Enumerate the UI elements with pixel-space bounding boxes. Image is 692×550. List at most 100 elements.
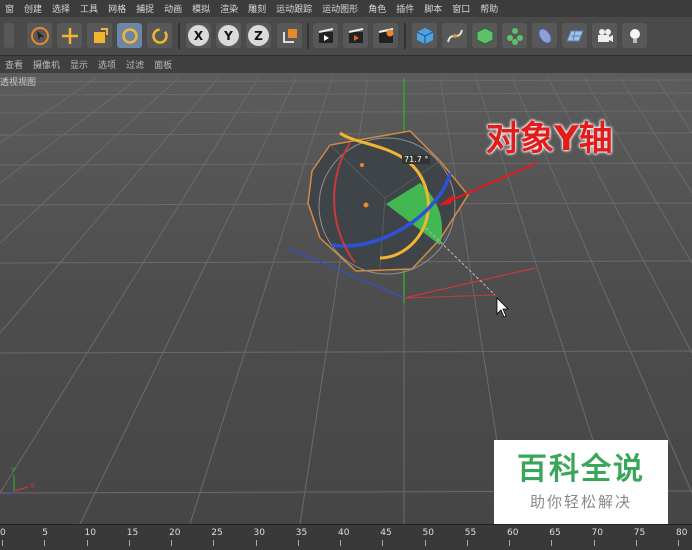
menu-item[interactable]: 创建	[19, 2, 47, 15]
light-icon[interactable]	[622, 23, 647, 48]
coordinate-system-icon[interactable]	[277, 23, 302, 48]
timeline-tick-mark	[509, 540, 510, 546]
timeline-tick-mark	[466, 540, 468, 546]
timeline-tick-label: 30	[253, 528, 265, 538]
menu-item[interactable]: 雕刻	[243, 2, 271, 15]
timeline-tick-label: 60	[507, 528, 519, 538]
viewport-menu-bar: 查看 摄像机 显示 选项 过滤 面板	[0, 56, 692, 73]
timeline-tick-label: 5	[42, 528, 48, 538]
gizmo-x-label: X	[30, 482, 35, 490]
menu-item[interactable]: 窗	[0, 2, 19, 15]
rotate-tool-icon[interactable]	[117, 23, 142, 48]
axis-gizmo	[7, 475, 29, 496]
timeline-tick-mark	[593, 540, 595, 546]
timeline-tick-label: 70	[591, 528, 603, 538]
timeline-tick-label: 45	[380, 528, 392, 538]
timeline-tick-label: 75	[633, 528, 646, 538]
menu-item[interactable]: 捕捉	[131, 2, 159, 15]
timeline-tick-label: 55	[464, 528, 477, 538]
timeline-tick-mark	[297, 540, 299, 546]
menu-item[interactable]: 运动图形	[317, 2, 363, 15]
select-tool-icon[interactable]	[27, 23, 52, 48]
view-menu-item[interactable]: 查看	[0, 58, 28, 71]
toolbar: X Y Z	[0, 17, 692, 56]
timeline-tick-label: 80	[676, 528, 688, 538]
render-view-icon[interactable]	[313, 23, 338, 48]
view-menu-item[interactable]: 过滤	[121, 58, 149, 71]
menu-item[interactable]: 角色	[363, 2, 391, 15]
cloner-icon[interactable]	[502, 23, 527, 48]
timeline-tick-label: 65	[549, 528, 561, 538]
mouse-cursor-icon	[496, 297, 509, 318]
toolbar-separator	[178, 23, 180, 49]
x-axis-lock-button[interactable]: X	[186, 23, 211, 48]
annotation-object-y-axis: 对象Y轴	[486, 119, 613, 159]
menu-item[interactable]: 模拟	[187, 2, 215, 15]
timeline-tick-mark	[424, 540, 426, 546]
menu-item[interactable]: 工具	[75, 2, 103, 15]
timeline-tick-mark	[86, 540, 88, 546]
subdivision-surface-icon[interactable]	[472, 23, 497, 48]
view-menu-item[interactable]: 选项	[93, 58, 121, 71]
spline-pen-icon[interactable]	[442, 23, 467, 48]
timeline-tick-mark	[44, 540, 46, 546]
timeline-tick-mark	[255, 540, 257, 546]
cube-primitive-icon[interactable]	[412, 23, 437, 48]
toolbar-separator	[404, 23, 406, 49]
timeline-tick-label: 10	[84, 528, 96, 538]
handle-point	[360, 163, 364, 167]
camera-icon[interactable]	[592, 23, 617, 48]
floor-icon[interactable]	[562, 23, 587, 48]
timeline-tick-mark	[551, 540, 553, 546]
timeline-tick-mark	[128, 540, 130, 546]
menu-item[interactable]: 选择	[47, 2, 75, 15]
timeline-ruler[interactable]: 0 5 10 15 20 25 30 35 40 45 50 55 60 65 70 75 80	[0, 524, 692, 550]
view-menu-item[interactable]: 面板	[149, 58, 177, 71]
timeline-tick-mark	[2, 540, 3, 546]
viewport-label: 透视视图	[0, 78, 37, 88]
timeline-tick-label: 0	[0, 528, 6, 538]
y-axis-label: Y	[218, 25, 239, 46]
menu-item[interactable]: 渲染	[215, 2, 243, 15]
toolbar-edge-button[interactable]	[4, 23, 14, 48]
timeline-tick-label: 25	[211, 528, 223, 538]
menu-item[interactable]: 帮助	[475, 2, 503, 15]
timeline-tick-label: 15	[126, 528, 139, 538]
timeline-tick-label: 50	[422, 528, 434, 538]
render-settings-icon[interactable]	[373, 23, 398, 48]
view-menu-item[interactable]: 摄像机	[28, 58, 65, 71]
z-axis-lock-button[interactable]: Z	[246, 23, 271, 48]
y-axis-lock-button[interactable]: Y	[216, 23, 241, 48]
render-to-picture-viewer-icon[interactable]	[343, 23, 368, 48]
scale-tool-icon[interactable]	[87, 23, 112, 48]
z-axis-label: Z	[248, 25, 269, 46]
menu-bar: 窗创建 选择 工具 网格 捕捉 动画 模拟 渲染 雕刻 运动跟踪 运动图形 角色 插件 脚本 窗口 帮助	[0, 0, 692, 17]
menu-item[interactable]: 运动跟踪	[271, 2, 317, 15]
menu-item[interactable]: 网格	[103, 2, 131, 15]
watermark: 百科全说 助你轻松解决	[494, 440, 668, 526]
view-menu-item[interactable]: 显示	[65, 58, 93, 71]
world-x-axis-line	[403, 267, 536, 299]
move-tool-icon[interactable]	[57, 23, 82, 48]
pivot-point	[363, 202, 369, 208]
deformer-icon[interactable]	[532, 23, 557, 48]
rotate-alt-tool-icon[interactable]	[147, 23, 172, 48]
menu-item[interactable]: 动画	[159, 2, 187, 15]
timeline-tick-label: 20	[169, 528, 181, 538]
timeline-tick-mark	[340, 540, 341, 546]
timeline-tick-mark	[678, 540, 679, 546]
timeline-tick-mark	[213, 540, 215, 546]
toolbar-separator	[307, 23, 309, 49]
timeline-tick-label: 40	[338, 528, 350, 538]
menu-item[interactable]: 窗口	[447, 2, 475, 15]
timeline-tick-label: 35	[295, 528, 308, 538]
gizmo-y-label: Y	[11, 466, 16, 474]
timeline-tick-mark	[382, 540, 384, 546]
watermark-title: 百科全说	[517, 452, 645, 487]
menu-item[interactable]: 脚本	[419, 2, 447, 15]
x-axis-label: X	[188, 25, 209, 46]
menu-item[interactable]: 插件	[391, 2, 419, 15]
watermark-subtitle: 助你轻松解决	[529, 493, 632, 511]
rotation-angle-readout: 71.7 °	[402, 155, 431, 164]
timeline-tick-mark	[171, 540, 172, 546]
